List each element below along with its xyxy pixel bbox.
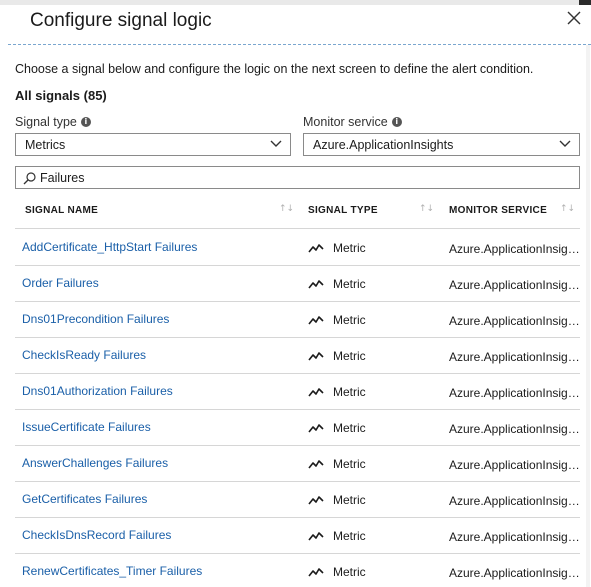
- signal-type-text: Metric: [333, 313, 366, 327]
- signal-type-text: Metric: [333, 277, 366, 291]
- signal-name-link[interactable]: GetCertificates Failures: [22, 492, 147, 506]
- signal-name-link[interactable]: AddCertificate_HttpStart Failures: [22, 240, 197, 254]
- sort-icon[interactable]: ↑↓: [560, 204, 575, 214]
- search-value: Failures: [40, 171, 85, 185]
- metric-line-icon: [308, 244, 324, 253]
- table-row[interactable]: Dns01Precondition Failures Metric Azure.Ap…: [15, 302, 580, 338]
- search-icon: [23, 172, 36, 185]
- monitor-service-text: Azure.ApplicationInsights: [449, 458, 580, 472]
- signal-type-cell: Metric: [308, 565, 366, 579]
- metric-line-icon: [308, 316, 324, 325]
- monitor-service-text: Azure.ApplicationInsights: [449, 494, 580, 508]
- monitor-service-text: Azure.ApplicationInsights: [449, 350, 580, 364]
- metric-line-icon: [308, 496, 324, 505]
- scrollbar[interactable]: [585, 45, 591, 587]
- signal-type-text: Metric: [333, 349, 366, 363]
- chevron-down-icon: [559, 140, 571, 147]
- info-icon[interactable]: i: [391, 117, 402, 127]
- signal-type-cell: Metric: [308, 313, 366, 327]
- signal-type-text: Metric: [333, 241, 366, 255]
- sort-icon[interactable]: ↑↓: [279, 204, 294, 214]
- signal-type-label: Signal type: [15, 115, 77, 129]
- signal-type-text: Metric: [333, 457, 366, 471]
- table-row[interactable]: Order Failures Metric Azure.ApplicationIns…: [15, 266, 580, 302]
- signal-type-cell: Metric: [308, 241, 366, 255]
- column-header-signal-name[interactable]: SIGNAL NAME: [25, 205, 98, 216]
- monitor-service-text: Azure.ApplicationInsights: [449, 386, 580, 400]
- panel-title: Configure signal logic: [30, 10, 212, 31]
- signal-name-link[interactable]: Order Failures: [22, 276, 99, 290]
- signal-type-text: Metric: [333, 565, 366, 579]
- table-row[interactable]: GetCertificates Failures Metric Azure.Appl…: [15, 482, 580, 518]
- monitor-service-text: Azure.ApplicationInsights: [449, 530, 580, 544]
- signal-type-text: Metric: [333, 529, 366, 543]
- metric-line-icon: [308, 388, 324, 397]
- signal-name-link[interactable]: Dns01Authorization Failures: [22, 384, 173, 398]
- monitor-service-text: Azure.ApplicationInsights: [449, 566, 580, 580]
- signal-type-cell: Metric: [308, 385, 366, 399]
- monitor-service-text: Azure.ApplicationInsights: [449, 242, 580, 256]
- signal-type-cell: Metric: [308, 493, 366, 507]
- header-divider: [8, 44, 591, 45]
- signal-search-input[interactable]: Failures: [15, 166, 580, 189]
- info-icon[interactable]: i: [80, 117, 91, 127]
- metric-line-icon: [308, 568, 324, 577]
- table-row[interactable]: CheckIsReady Failures Metric Azure.Applica…: [15, 338, 580, 374]
- table-row[interactable]: AddCertificate_HttpStart Failures Metric A…: [15, 230, 580, 266]
- close-icon[interactable]: [567, 11, 581, 25]
- signal-type-text: Metric: [333, 385, 366, 399]
- monitor-service-text: Azure.ApplicationInsights: [449, 314, 580, 328]
- table-row[interactable]: Dns01Authorization Failures Metric Azure.A…: [15, 374, 580, 410]
- signal-name-link[interactable]: AnswerChallenges Failures: [22, 456, 168, 470]
- monitor-service-text: Azure.ApplicationInsights: [449, 422, 580, 436]
- metric-line-icon: [308, 280, 324, 289]
- metric-line-icon: [308, 352, 324, 361]
- signal-name-link[interactable]: IssueCertificate Failures: [22, 420, 151, 434]
- signal-type-cell: Metric: [308, 457, 366, 471]
- signal-type-label-group: Signal type i: [15, 115, 91, 129]
- signal-name-link[interactable]: CheckIsReady Failures: [22, 348, 146, 362]
- table-header: SIGNAL NAME ↑↓ SIGNAL TYPE ↑↓ MONITOR SE…: [15, 195, 580, 229]
- metric-line-icon: [308, 460, 324, 469]
- signals-table-body: AddCertificate_HttpStart Failures Metric A…: [15, 230, 580, 587]
- monitor-service-selected: Azure.ApplicationInsights: [313, 138, 454, 152]
- panel-header: Configure signal logic: [0, 5, 591, 45]
- signal-type-text: Metric: [333, 421, 366, 435]
- metric-line-icon: [308, 532, 324, 541]
- signal-type-cell: Metric: [308, 529, 366, 543]
- sort-icon[interactable]: ↑↓: [419, 204, 434, 214]
- signal-name-link[interactable]: CheckIsDnsRecord Failures: [22, 528, 171, 542]
- table-row[interactable]: IssueCertificate Failures Metric Azure.App…: [15, 410, 580, 446]
- signal-type-selected: Metrics: [25, 138, 66, 152]
- signal-type-text: Metric: [333, 493, 366, 507]
- monitor-service-label: Monitor service: [303, 115, 388, 129]
- metric-line-icon: [308, 424, 324, 433]
- table-row[interactable]: CheckIsDnsRecord Failures Metric Azure.App…: [15, 518, 580, 554]
- table-row[interactable]: AnswerChallenges Failures Metric Azure.App…: [15, 446, 580, 482]
- monitor-service-text: Azure.ApplicationInsights: [449, 278, 580, 292]
- column-header-monitor-service[interactable]: MONITOR SERVICE: [449, 205, 547, 216]
- signal-type-dropdown[interactable]: Metrics: [15, 133, 291, 156]
- panel-description: Choose a signal below and configure the …: [15, 62, 534, 76]
- chevron-down-icon: [270, 140, 282, 147]
- column-header-signal-type[interactable]: SIGNAL TYPE: [308, 205, 378, 216]
- signal-name-link[interactable]: Dns01Precondition Failures: [22, 312, 169, 326]
- table-row[interactable]: RenewCertificates_Timer Failures Metric Az…: [15, 554, 580, 587]
- signal-type-cell: Metric: [308, 277, 366, 291]
- signal-name-link[interactable]: RenewCertificates_Timer Failures: [22, 564, 202, 578]
- signal-count-heading: All signals (85): [15, 88, 107, 103]
- signal-type-cell: Metric: [308, 421, 366, 435]
- monitor-service-dropdown[interactable]: Azure.ApplicationInsights: [303, 133, 580, 156]
- signal-type-cell: Metric: [308, 349, 366, 363]
- monitor-service-label-group: Monitor service i: [303, 115, 402, 129]
